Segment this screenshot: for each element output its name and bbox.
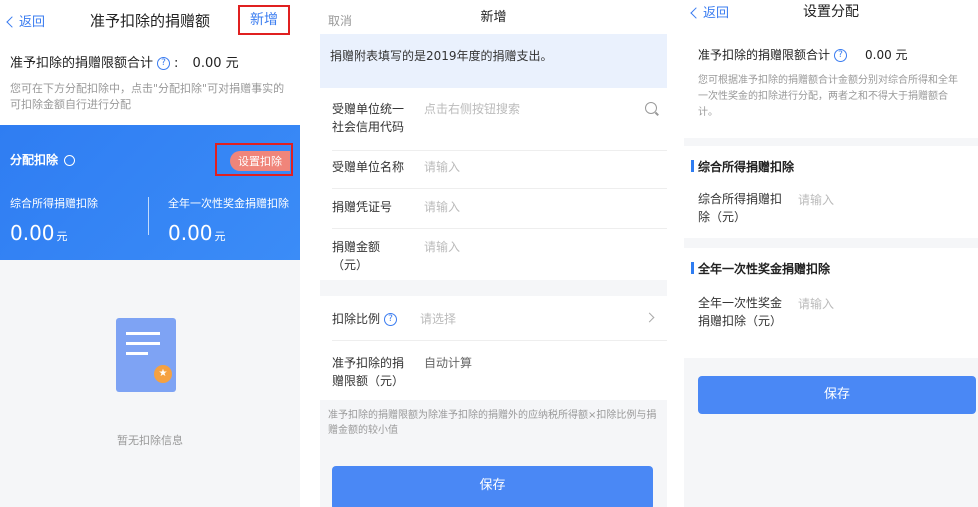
allocation-card: 分配扣除 综合所得捐赠扣除 0.00 元 全年一次性奖金捐赠扣除 0.00 元	[0, 125, 300, 260]
search-icon[interactable]	[645, 102, 657, 114]
field-label: 综合所得捐赠扣除（元）	[698, 192, 783, 224]
deduction-list-screen: 返回 准予扣除的捐赠额 新增 准予扣除的捐赠限额合计?: 0.00 元 您可在下…	[0, 0, 300, 507]
add-donation-screen: 取消 新增 捐赠附表填写的是2019年度的捐赠支出。 受赠单位统一社会信用代码 …	[320, 0, 667, 507]
divider	[148, 197, 149, 235]
nav-bar: 返回 设置分配	[684, 0, 978, 34]
sum-row: 准予扣除的捐赠限额合计? 0.00 元	[698, 46, 964, 63]
ratio-placeholder[interactable]: 请选择	[420, 310, 456, 328]
comprehensive-section: 综合所得捐赠扣除 综合所得捐赠扣除（元） 请输入	[684, 146, 978, 238]
sum-label: 准予扣除的捐赠限额合计	[10, 56, 154, 71]
empty-message: 暂无扣除信息	[117, 434, 183, 447]
bonus-input[interactable]: 请输入	[798, 295, 834, 312]
sum-tip: 您可在下方分配扣除中，点击"分配扣除"可对捐赠事实的可扣除金额自行进行分配	[10, 82, 285, 111]
bonus-section: 全年一次性奖金捐赠扣除 全年一次性奖金捐赠扣除（元） 请输入	[684, 248, 978, 358]
add-button[interactable]: 新增	[238, 5, 290, 35]
ratio-label-text: 扣除比例	[332, 312, 381, 326]
donation-form: 受赠单位统一社会信用代码 点击右侧按钮搜索 受赠单位名称 请输入 捐赠凭证号 请…	[320, 88, 667, 280]
col1-unit: 元	[56, 230, 68, 243]
col1-value: 0.00	[10, 221, 55, 245]
star-badge-icon: ★	[154, 365, 172, 383]
limit-note: 准予扣除的捐赠限额为除准予扣除的捐赠外的应纳税所得额×扣除比例与捐赠金额的较小值	[328, 410, 657, 436]
col1-label: 综合所得捐赠扣除	[10, 197, 98, 210]
nav-bar: 取消 新增	[320, 0, 667, 34]
section-title: 综合所得捐赠扣除	[690, 160, 795, 174]
sum-card: 准予扣除的捐赠限额合计? 0.00 元 您可根据准予扣除的捐赠额合计金额分别对综合…	[684, 34, 978, 138]
sum-label: 准予扣除的捐赠限额合计	[698, 48, 831, 62]
col2-unit: 元	[214, 230, 226, 243]
comprehensive-deduction: 综合所得捐赠扣除 0.00 元	[10, 195, 98, 245]
comprehensive-input[interactable]: 请输入	[798, 191, 834, 208]
field-label: 捐赠金额（元）	[332, 240, 381, 272]
help-icon[interactable]: ?	[834, 49, 848, 62]
sum-value: 0.00 元	[192, 56, 239, 71]
limit-label: 准予扣除的捐赠限额（元）	[332, 356, 405, 388]
section-title: 全年一次性奖金捐赠扣除	[690, 262, 831, 276]
set-allocation-screen: 返回 设置分配 准予扣除的捐赠限额合计? 0.00 元 您可根据准予扣除的捐赠额合…	[684, 0, 978, 507]
col2-value: 0.00	[168, 221, 213, 245]
chevron-right-icon	[644, 312, 655, 323]
clock-icon	[64, 155, 76, 166]
page-title: 新增	[480, 10, 507, 25]
sum-value: 0.00 元	[865, 48, 908, 62]
limit-value: 自动计算	[424, 356, 473, 370]
col2-amount: 0.00 元	[168, 221, 289, 245]
sum-colon: :	[174, 56, 179, 71]
field-label: 受赠单位统一社会信用代码	[332, 102, 405, 134]
col1-amount: 0.00 元	[10, 221, 98, 245]
allocation-title: 分配扣除	[10, 151, 76, 168]
notice-banner: 捐赠附表填写的是2019年度的捐赠支出。	[320, 34, 667, 88]
field-placeholder[interactable]: 请输入	[424, 158, 460, 176]
field-label: 受赠单位名称	[332, 160, 405, 174]
allocation-title-label: 分配扣除	[10, 153, 59, 167]
col2-label: 全年一次性奖金捐赠扣除	[168, 197, 289, 210]
bonus-deduction: 全年一次性奖金捐赠扣除 0.00 元	[168, 195, 289, 245]
sum-card: 准予扣除的捐赠限额合计?: 0.00 元 您可在下方分配扣除中，点击"分配扣除"…	[0, 40, 300, 125]
save-button[interactable]: 保存	[332, 466, 653, 507]
field-label: 全年一次性奖金捐赠扣除（元）	[698, 296, 783, 328]
field-placeholder[interactable]: 请输入	[424, 198, 460, 216]
help-icon[interactable]: ?	[384, 313, 398, 326]
field-label: 捐赠凭证号	[332, 200, 393, 214]
field-placeholder[interactable]: 请输入	[424, 238, 460, 256]
document-illustration-icon: ★	[116, 318, 176, 392]
help-icon[interactable]: ?	[157, 57, 171, 70]
field-placeholder[interactable]: 点击右侧按钮搜索	[424, 100, 520, 118]
credit-code-field[interactable]: 受赠单位统一社会信用代码 点击右侧按钮搜索	[332, 100, 657, 136]
sum-row: 准予扣除的捐赠限额合计?: 0.00 元	[10, 52, 290, 71]
save-button[interactable]: 保存	[698, 376, 976, 414]
nav-bar: 返回 准予扣除的捐赠额 新增	[0, 0, 300, 40]
ratio-form: 扣除比例? 请选择 准予扣除的捐赠限额（元） 自动计算	[320, 296, 667, 400]
sum-tip: 您可根据准予扣除的捐赠额合计金额分别对综合所得和全年一次性奖金的扣除进行分配，两…	[698, 75, 958, 118]
empty-state: ★ 暂无扣除信息	[0, 260, 300, 507]
ratio-label: 扣除比例?	[332, 310, 407, 328]
page-title: 设置分配	[803, 4, 859, 20]
